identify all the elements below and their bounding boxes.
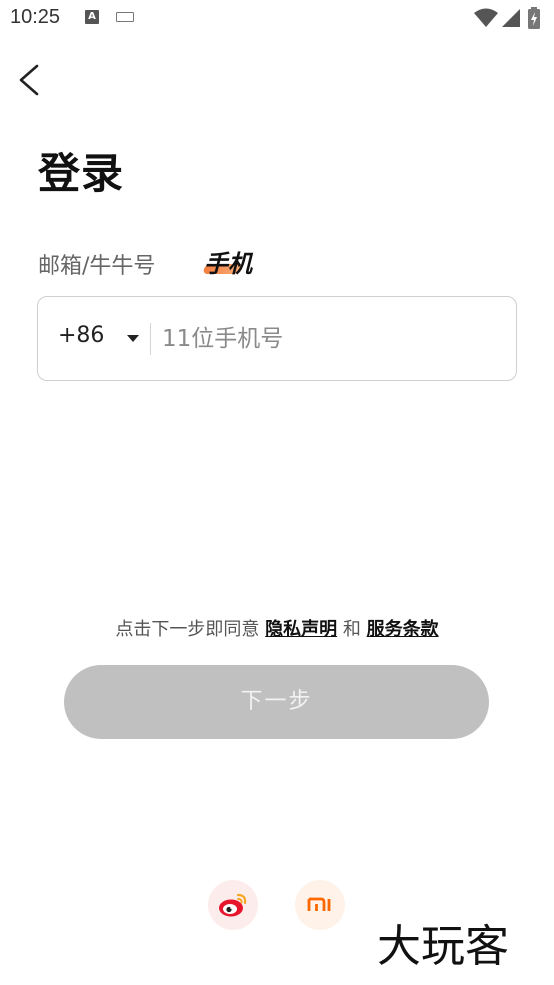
status-bar: 10:25 A <box>0 0 554 38</box>
wifi-icon <box>474 8 498 27</box>
weibo-icon <box>219 893 247 917</box>
consent-prefix: 点击下一步即同意 <box>115 619 266 640</box>
status-time: 10:25 <box>10 6 61 28</box>
tab-phone[interactable]: 手机 <box>202 244 252 278</box>
watermark-logo: 大玩客 <box>377 919 511 974</box>
watermark-text: 大玩客 <box>377 921 509 972</box>
cell-signal-icon <box>502 9 520 27</box>
weibo-login-button[interactable] <box>208 880 258 930</box>
keyboard-icon <box>116 12 134 22</box>
caret-down-icon[interactable] <box>127 335 139 342</box>
country-code-selector[interactable]: +86 <box>58 323 104 348</box>
field-divider <box>150 323 151 355</box>
consent-text: 点击下一步即同意 隐私声明 和 服务条款 <box>0 615 554 641</box>
notification-a-icon: A <box>85 10 99 24</box>
back-button[interactable] <box>12 60 48 100</box>
next-button[interactable]: 下一步 <box>64 665 489 739</box>
consent-and: 和 <box>337 619 367 640</box>
page-title: 登录 <box>38 149 125 198</box>
xiaomi-icon <box>307 897 331 911</box>
xiaomi-login-button[interactable] <box>295 880 345 930</box>
tab-email[interactable]: 邮箱/牛牛号 <box>38 248 155 280</box>
chevron-left-icon <box>19 64 39 96</box>
tab-phone-label: 手机 <box>204 250 252 278</box>
battery-icon <box>528 7 540 29</box>
phone-number-input[interactable] <box>162 319 502 359</box>
phone-field: +86 <box>37 296 517 381</box>
privacy-link[interactable]: 隐私声明 <box>265 619 337 640</box>
terms-link[interactable]: 服务条款 <box>367 619 439 640</box>
